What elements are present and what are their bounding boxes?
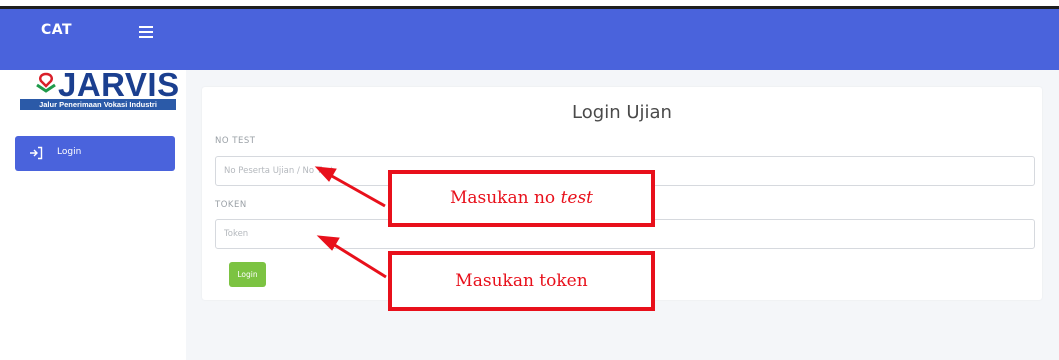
sidebar-header xyxy=(0,9,186,70)
sidebar-item-login[interactable]: Login xyxy=(15,136,175,171)
annotation-token: Masukan token xyxy=(388,251,655,311)
logo-mark-icon xyxy=(36,72,56,93)
page-title: Login Ujian xyxy=(572,102,672,123)
annotation-no-test-text: Masukan no xyxy=(449,188,561,208)
brand-title: CAT xyxy=(41,22,73,38)
menu-toggle-icon[interactable] xyxy=(139,26,153,38)
jarvis-logo: JARVIS Jalur Penerimaan Vokasi Industri xyxy=(14,66,179,120)
no-test-label: NO TEST xyxy=(215,136,256,146)
annotation-no-test: Masukan no test xyxy=(388,170,655,227)
sign-in-icon xyxy=(30,146,43,160)
sidebar-item-label: Login xyxy=(57,147,82,157)
logo-tagline: Jalur Penerimaan Vokasi Industri xyxy=(20,99,176,110)
token-label: TOKEN xyxy=(215,200,247,210)
annotation-no-test-emphasis: test xyxy=(560,188,594,208)
top-navbar xyxy=(186,9,1059,70)
login-button[interactable]: Login xyxy=(229,262,266,287)
